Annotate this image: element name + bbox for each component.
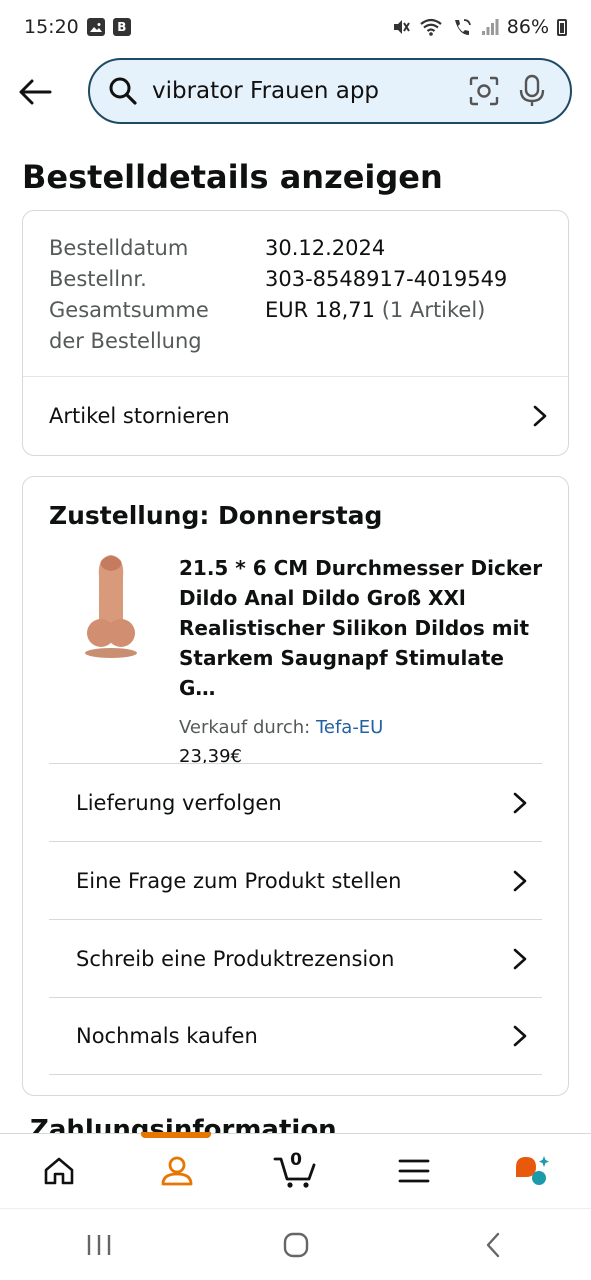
image-icon (86, 18, 105, 36)
camera-scan-icon (469, 76, 499, 106)
order-total-value: EUR 18,71 (1 Artikel) (265, 295, 485, 357)
battery-percent: 86% (506, 16, 549, 38)
seller-prefix: Verkauf durch: (179, 717, 311, 738)
home-system-button[interactable] (256, 1215, 336, 1275)
nav-account[interactable] (137, 1134, 217, 1208)
order-date-row: Bestelldatum 30.12.2024 (49, 233, 542, 264)
cart-count: 0 (290, 1149, 302, 1170)
b-app-icon: B (112, 18, 131, 36)
recent-apps-icon (87, 1234, 110, 1255)
delivery-card: Zustellung: Donnerstag 21.5 * 6 CM Durch… (22, 476, 569, 1096)
battery-icon (557, 18, 567, 36)
back-chevron-icon (486, 1232, 499, 1257)
status-right: 86% (391, 16, 567, 38)
order-number-row: Bestellnr. 303-8548917-4019549 (49, 264, 542, 295)
order-total-items: (1 Artikel) (381, 298, 486, 322)
voice-search-button[interactable] (508, 67, 556, 115)
order-actions-list: Lieferung verfolgen Eine Frage zum Produ… (49, 763, 542, 1075)
home-icon (44, 1157, 74, 1184)
product-title-link[interactable]: 21.5 * 6 CM Durchmesser Dicker Dildo Ana… (179, 553, 545, 703)
order-total-row: Gesamtsumme der Bestellung EUR 18,71 (1 … (49, 295, 542, 357)
chevron-right-icon (513, 948, 527, 969)
search-row: vibrator Frauen app (0, 56, 591, 128)
back-button[interactable] (0, 56, 70, 128)
rufus-icon (515, 1155, 549, 1185)
ask-product-question-label: Eine Frage zum Produkt stellen (76, 868, 402, 893)
write-review-label: Schreib eine Produktrezension (76, 946, 395, 971)
mute-icon (393, 20, 410, 34)
search-bar[interactable]: vibrator Frauen app (88, 58, 572, 124)
product-info: 21.5 * 6 CM Durchmesser Dicker Dildo Ana… (179, 553, 545, 767)
order-date-value: 30.12.2024 (265, 236, 386, 260)
chevron-right-icon (513, 870, 527, 891)
order-total-amount: EUR 18,71 (265, 298, 376, 322)
camera-search-button[interactable] (460, 67, 508, 115)
status-time: 15:20 (24, 16, 79, 38)
order-date-label: Bestelldatum (49, 236, 189, 260)
write-review-link[interactable]: Schreib eine Produktrezension (49, 919, 542, 997)
cancel-item-link[interactable]: Artikel stornieren (23, 377, 568, 455)
recent-apps-button[interactable] (59, 1215, 139, 1275)
order-total-label: Gesamtsumme der Bestellung (49, 295, 265, 357)
buy-again-link[interactable]: Nochmals kaufen (49, 997, 542, 1075)
nav-cart[interactable]: 0 (255, 1134, 335, 1208)
seller-link[interactable]: Tefa-EU (316, 717, 383, 738)
wifi-icon (420, 18, 442, 36)
search-input[interactable]: vibrator Frauen app (152, 78, 460, 104)
order-details: Bestelldatum 30.12.2024 Bestellnr. 303-8… (23, 211, 568, 357)
track-delivery-label: Lieferung verfolgen (76, 790, 282, 815)
signal-icon (481, 19, 499, 35)
home-circle-icon (283, 1232, 308, 1257)
nav-rufus[interactable] (492, 1134, 572, 1208)
chevron-right-icon (513, 1025, 527, 1047)
order-number-value: 303-8548917-4019549 (265, 267, 508, 291)
ask-product-question-link[interactable]: Eine Frage zum Produkt stellen (49, 841, 542, 919)
nav-menu[interactable] (374, 1134, 454, 1208)
system-back-button[interactable] (453, 1215, 533, 1275)
nav-home[interactable] (19, 1134, 99, 1208)
delivery-title: Zustellung: Donnerstag (49, 501, 383, 530)
chevron-right-icon (533, 405, 547, 427)
system-nav-bar (0, 1208, 591, 1280)
cancel-item-label: Artikel stornieren (49, 404, 230, 428)
track-delivery-link[interactable]: Lieferung verfolgen (49, 763, 542, 841)
account-icon (161, 1156, 193, 1185)
order-info-card: Bestelldatum 30.12.2024 Bestellnr. 303-8… (22, 210, 569, 456)
order-total-label-line1: Gesamtsumme (49, 298, 209, 322)
microphone-icon (519, 74, 545, 106)
order-total-label-line2: der Bestellung (49, 329, 202, 353)
menu-icon (398, 1159, 430, 1182)
arrow-left-icon (19, 79, 52, 105)
status-bar: 15:20 B 86% (0, 0, 591, 54)
order-number-label: Bestellnr. (49, 267, 147, 291)
bottom-nav: 0 (0, 1132, 591, 1208)
wifi-call-icon (454, 19, 471, 35)
status-left: 15:20 B (24, 16, 131, 38)
product-image[interactable] (63, 549, 159, 661)
chevron-right-icon (513, 792, 527, 813)
buy-again-label: Nochmals kaufen (76, 1024, 258, 1048)
page-title: Bestelldetails anzeigen (22, 158, 443, 196)
seller-line: Verkauf durch: Tefa-EU (179, 717, 545, 738)
search-icon (109, 77, 137, 105)
